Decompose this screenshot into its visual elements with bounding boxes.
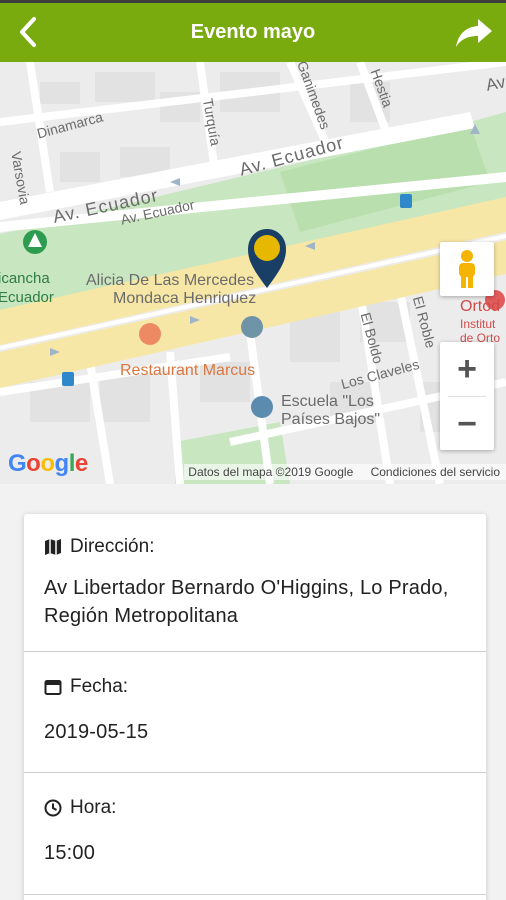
poi-label-restaurant[interactable]: Restaurant Marcus xyxy=(120,362,255,380)
clock-icon xyxy=(44,799,62,817)
back-button[interactable] xyxy=(14,15,44,49)
address-value: Av Libertador Bernardo O'Higgins, Lo Pra… xyxy=(44,577,449,627)
pegman-icon xyxy=(459,250,475,288)
poi-label-cancha-2: Ecuador xyxy=(0,289,54,306)
poi-label-ortod-1: Ortod xyxy=(460,298,501,315)
poi-label-alicia-1: Alicia De Las Mercedes xyxy=(86,272,255,289)
page-title: Evento mayo xyxy=(190,21,316,43)
terms-of-service-link[interactable]: Condiciones del servicio xyxy=(371,465,500,479)
calendar-icon xyxy=(44,680,62,695)
map-attribution: Datos del mapa ©2019 Google Condiciones … xyxy=(184,464,506,480)
zoom-out-button[interactable]: − xyxy=(440,397,494,451)
divider xyxy=(24,894,486,895)
poi-label-ortod-2: Institut xyxy=(460,317,496,331)
google-logo: Google xyxy=(8,450,88,477)
time-value: 15:00 xyxy=(44,842,96,864)
time-label: Hora: xyxy=(70,797,117,818)
app-header: Evento mayo xyxy=(0,0,506,62)
zoom-in-button[interactable]: + xyxy=(440,342,494,396)
poi-label-alicia-2: Mondaca Henriquez xyxy=(113,290,257,307)
share-icon xyxy=(456,19,492,47)
date-label: Fecha: xyxy=(70,676,129,697)
divider xyxy=(24,651,486,652)
zoom-controls: + − xyxy=(440,342,494,450)
street-view-button[interactable] xyxy=(440,242,494,296)
poi-label-escuela-1[interactable]: Escuela "Los xyxy=(281,393,374,411)
divider xyxy=(24,772,486,773)
share-button[interactable] xyxy=(454,16,494,50)
map-view[interactable]: Dinamarca Varsovia Turquía Ganimedes Hes… xyxy=(0,62,506,484)
address-label: Dirección: xyxy=(70,536,155,557)
map-data-credit[interactable]: Datos del mapa ©2019 Google xyxy=(188,465,353,479)
poi-label-cancha-1: icancha xyxy=(0,270,50,287)
map-icon xyxy=(45,539,61,555)
date-value: 2019-05-15 xyxy=(44,721,149,743)
poi-label-escuela-2[interactable]: Países Bajos" xyxy=(281,411,380,429)
chevron-left-icon xyxy=(20,17,36,47)
street-label-av-top: Av xyxy=(484,72,506,95)
event-details-card: Dirección: Av Libertador Bernardo O'Higg… xyxy=(24,514,486,900)
